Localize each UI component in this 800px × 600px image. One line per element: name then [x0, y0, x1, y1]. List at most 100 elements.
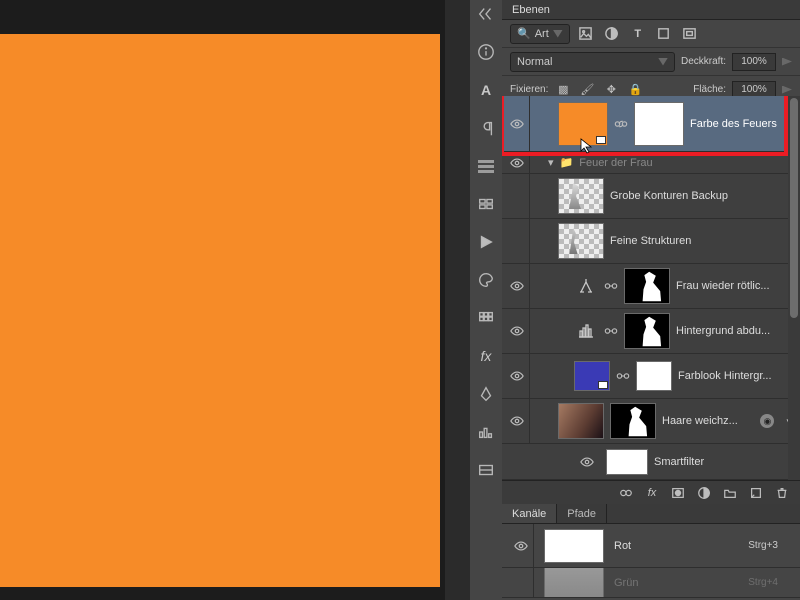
collapsed-panel-dock: A fx: [470, 0, 502, 600]
disclosure-triangle-icon[interactable]: ▾: [548, 156, 554, 169]
layer-row[interactable]: Frau wieder rötlic...: [502, 264, 800, 309]
visibility-eye-icon[interactable]: [510, 324, 524, 338]
play-icon[interactable]: [474, 230, 498, 254]
layer-filter-type[interactable]: 🔍 Art: [510, 24, 570, 44]
channel-thumbnail[interactable]: [544, 529, 604, 563]
channel-row[interactable]: Rot Strg+3: [502, 524, 800, 568]
layer-thumbnail[interactable]: [558, 403, 604, 439]
character-icon[interactable]: A: [474, 78, 498, 102]
levels-icon[interactable]: [574, 319, 598, 343]
filter-smart-icon[interactable]: [680, 24, 700, 44]
link-icon[interactable]: [604, 324, 618, 338]
link-icon[interactable]: [616, 369, 630, 383]
layer-name[interactable]: Feine Strukturen: [610, 235, 800, 247]
palette-icon[interactable]: [474, 268, 498, 292]
layer-row[interactable]: Haare weichz... ◉ ▾: [502, 399, 800, 444]
styles-icon[interactable]: [474, 192, 498, 216]
filter-adjustment-icon[interactable]: [602, 24, 622, 44]
layer-thumbnail[interactable]: [558, 223, 604, 259]
layer-mask-thumbnail[interactable]: [610, 403, 656, 439]
layer-row[interactable]: Feine Strukturen: [502, 219, 800, 264]
paths-tab[interactable]: Pfade: [557, 504, 607, 523]
filter-shape-icon[interactable]: [654, 24, 674, 44]
fx-icon[interactable]: fx: [644, 485, 660, 501]
group-icon[interactable]: [722, 485, 738, 501]
lock-label: Fixieren:: [510, 84, 548, 95]
filter-type-icon[interactable]: T: [628, 24, 648, 44]
color-balance-icon[interactable]: [574, 274, 598, 298]
trash-icon[interactable]: [774, 485, 790, 501]
visibility-eye-icon[interactable]: [510, 369, 524, 383]
chevron-down-icon: [658, 58, 668, 66]
channels-tab[interactable]: Kanäle: [502, 504, 557, 523]
layer-row[interactable]: Farblook Hintergr...: [502, 354, 800, 399]
layers-panel-tab[interactable]: Ebenen: [502, 0, 800, 20]
visibility-eye-icon[interactable]: [510, 234, 524, 248]
channel-row[interactable]: Grün Strg+4: [502, 568, 800, 598]
layer-name[interactable]: Farbe des Feuers: [690, 118, 800, 130]
layer-name[interactable]: Feuer der Frau: [579, 157, 800, 169]
layer-thumbnail[interactable]: [574, 361, 610, 391]
adjustment-icon[interactable]: [696, 485, 712, 501]
visibility-eye-icon[interactable]: [510, 414, 524, 428]
layer-name[interactable]: Haare weichz...: [662, 415, 754, 427]
layer-mask-thumbnail[interactable]: [634, 102, 684, 146]
layer-mask-thumbnail[interactable]: [624, 268, 670, 304]
layer-filter-row: 🔍 Art T: [502, 20, 800, 48]
blend-opacity-row: Normal Deckkraft: 100%: [502, 48, 800, 76]
visibility-eye-icon[interactable]: [514, 539, 528, 553]
scrollbar-thumb[interactable]: [790, 98, 798, 318]
mask-icon[interactable]: [670, 485, 686, 501]
layer-group-row[interactable]: ▾ 📁 Feuer der Frau: [502, 152, 800, 174]
layers-list: Farbe des Feuers ▾ 📁 Feuer der Frau Grob…: [502, 96, 800, 480]
blend-mode-select[interactable]: Normal: [510, 52, 675, 72]
visibility-eye-icon[interactable]: [510, 117, 524, 131]
channel-name: Rot: [614, 540, 738, 552]
opacity-input[interactable]: 100%: [732, 53, 776, 71]
channels-panel: Kanäle Pfade Rot Strg+3 Grün Strg+4: [502, 504, 800, 600]
fx-icon[interactable]: fx: [474, 344, 498, 368]
visibility-eye-icon[interactable]: [510, 279, 524, 293]
visibility-eye-icon[interactable]: [580, 455, 594, 469]
paragraph-icon[interactable]: [474, 116, 498, 140]
blend-mode-value: Normal: [517, 56, 552, 68]
filter-mask-thumbnail[interactable]: [606, 449, 648, 475]
pen-icon[interactable]: [474, 382, 498, 406]
expand-icon[interactable]: [474, 2, 498, 26]
smartfilter-row[interactable]: Smartfilter: [502, 444, 800, 480]
layer-name[interactable]: Hintergrund abdu...: [676, 325, 800, 337]
layers-scrollbar[interactable]: [788, 96, 800, 480]
layer-row[interactable]: Farbe des Feuers: [502, 96, 800, 152]
alt-icon[interactable]: [474, 458, 498, 482]
layer-thumbnail[interactable]: [558, 102, 608, 146]
info-icon[interactable]: [474, 40, 498, 64]
opacity-label: Deckkraft:: [681, 56, 726, 67]
layer-thumbnail[interactable]: [558, 178, 604, 214]
layer-mask-thumbnail[interactable]: [636, 361, 672, 391]
filter-pixel-icon[interactable]: [576, 24, 596, 44]
histogram-icon[interactable]: [474, 420, 498, 444]
layer-mask-thumbnail[interactable]: [624, 313, 670, 349]
document-canvas[interactable]: [0, 34, 440, 587]
layer-name[interactable]: Frau wieder rötlic...: [676, 280, 800, 292]
navigator-icon[interactable]: [474, 154, 498, 178]
chevron-right-icon[interactable]: [782, 58, 792, 66]
layer-name[interactable]: Smartfilter: [654, 456, 800, 468]
layer-row[interactable]: Grobe Konturen Backup: [502, 174, 800, 219]
layer-row[interactable]: Hintergrund abdu...: [502, 309, 800, 354]
layer-name[interactable]: Farblook Hintergr...: [678, 370, 800, 382]
new-layer-icon[interactable]: [748, 485, 764, 501]
layers-panel-footer: fx: [502, 480, 800, 504]
chevron-right-icon[interactable]: [782, 86, 792, 94]
layers-panel: Ebenen 🔍 Art T Normal Deckkraft: 100% Fi…: [502, 0, 800, 600]
layer-name[interactable]: Grobe Konturen Backup: [610, 190, 800, 202]
swatches-icon[interactable]: [474, 306, 498, 330]
link-icon[interactable]: [614, 117, 628, 131]
visibility-eye-icon[interactable]: [510, 189, 524, 203]
filter-label: Art: [535, 28, 549, 40]
link-icon[interactable]: [604, 279, 618, 293]
channel-thumbnail[interactable]: [544, 568, 604, 598]
link-layers-icon[interactable]: [618, 485, 634, 501]
visibility-eye-icon[interactable]: [510, 156, 524, 170]
channel-name: Grün: [614, 577, 738, 589]
